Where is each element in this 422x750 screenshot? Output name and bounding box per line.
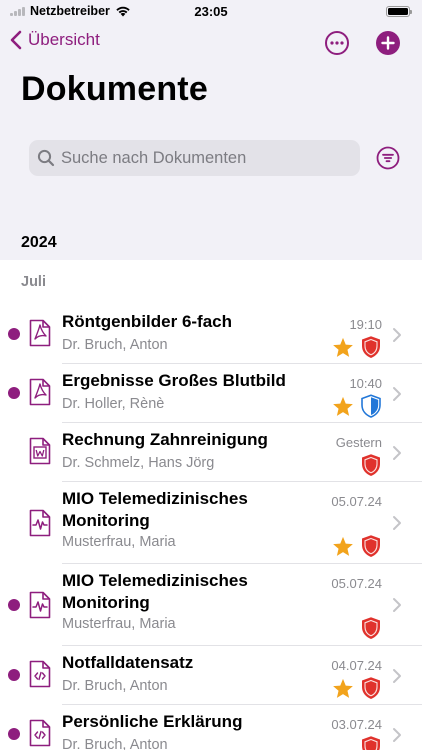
- status-time: 23:05: [194, 4, 228, 19]
- document-title: Ergebnisse Großes Blutbild: [62, 371, 286, 390]
- document-badges: [332, 335, 382, 359]
- document-author: Dr. Bruch, Anton: [62, 337, 168, 353]
- shield-red-icon: [360, 735, 382, 750]
- monitoring-icon: [29, 591, 51, 619]
- chevron-right-icon: [392, 327, 402, 343]
- document-list: Röntgenbilder 6-fach Dr. Bruch, Anton 19:1…: [0, 305, 422, 750]
- document-row[interactable]: MIO Telemedizinisches Monitoring Musterfr…: [0, 564, 422, 646]
- pdf-icon: [29, 378, 51, 406]
- document-title: MIO Telemedizinisches Monitoring: [62, 489, 248, 530]
- document-title: Persönliche Erklärung: [62, 712, 243, 731]
- shield-red-icon: [360, 676, 382, 700]
- monitoring-icon: [29, 509, 51, 537]
- page-title: Dokumente: [21, 70, 208, 108]
- document-row[interactable]: Röntgenbilder 6-fach Dr. Bruch, Anton 19:1…: [0, 305, 422, 364]
- pdf-icon: [29, 319, 51, 347]
- document-date: 05.07.24: [331, 576, 382, 591]
- document-badges: [360, 616, 382, 640]
- unread-indicator: [8, 328, 20, 340]
- document-date: 04.07.24: [331, 658, 382, 673]
- unread-indicator: [8, 387, 20, 399]
- document-date: 03.07.24: [331, 717, 382, 732]
- shield-blue-icon: [360, 394, 382, 418]
- status-bar: Netzbetreiber 23:05: [0, 0, 422, 22]
- document-row[interactable]: Rechnung Zahnreinigung Dr. Schmelz, Hans …: [0, 423, 422, 482]
- plus-icon: [381, 36, 395, 50]
- unread-indicator: [8, 669, 20, 681]
- document-badges: [332, 534, 382, 558]
- document-badges: [332, 676, 382, 700]
- chevron-right-icon: [392, 597, 402, 613]
- filter-icon: [376, 146, 400, 170]
- chevron-right-icon: [392, 386, 402, 402]
- ellipsis-icon: [330, 41, 344, 45]
- chevron-left-icon: [10, 30, 22, 50]
- star-icon[interactable]: [332, 536, 354, 557]
- document-row[interactable]: MIO Telemedizinisches Monitoring Musterfr…: [0, 482, 422, 564]
- document-date: 10:40: [349, 376, 382, 391]
- document-badges: [360, 735, 382, 750]
- section-month: Juli: [21, 274, 46, 290]
- search-bar[interactable]: [29, 140, 360, 176]
- star-icon[interactable]: [332, 678, 354, 699]
- word-icon: [29, 437, 51, 465]
- shield-red-icon: [360, 616, 382, 640]
- document-row[interactable]: Ergebnisse Großes Blutbild Dr. Holler, Rè…: [0, 364, 422, 423]
- filter-button[interactable]: [376, 146, 400, 170]
- document-date: Gestern: [335, 435, 382, 450]
- unread-indicator: [8, 728, 20, 740]
- section-year: 2024: [21, 234, 57, 251]
- chevron-right-icon: [392, 668, 402, 684]
- code-icon: [29, 660, 51, 688]
- document-date: 19:10: [349, 317, 382, 332]
- document-author: Dr. Bruch, Anton: [62, 737, 168, 750]
- document-row[interactable]: Notfalldatensatz Dr. Bruch, Anton 04.07.24: [0, 646, 422, 705]
- unread-indicator: [8, 599, 20, 611]
- search-icon: [37, 149, 55, 167]
- document-author: Dr. Schmelz, Hans Jörg: [62, 455, 215, 471]
- battery-icon: [386, 6, 412, 17]
- document-title: Röntgenbilder 6-fach: [62, 312, 233, 331]
- star-icon[interactable]: [332, 337, 354, 358]
- document-title: MIO Telemedizinisches Monitoring: [62, 571, 248, 612]
- document-date: 05.07.24: [331, 494, 382, 509]
- document-row[interactable]: Persönliche Erklärung Dr. Bruch, Anton 03.…: [0, 705, 422, 750]
- back-button[interactable]: Übersicht: [10, 30, 100, 50]
- shield-red-icon: [360, 534, 382, 558]
- more-button[interactable]: [325, 31, 349, 55]
- document-author: Musterfrau, Maria: [62, 616, 176, 632]
- search-input[interactable]: [61, 148, 341, 168]
- document-title: Notfalldatensatz: [62, 653, 194, 672]
- code-icon: [29, 719, 51, 747]
- back-label: Übersicht: [28, 30, 100, 49]
- chevron-right-icon: [392, 515, 402, 531]
- document-title: Rechnung Zahnreinigung: [62, 430, 268, 449]
- document-author: Dr. Bruch, Anton: [62, 678, 168, 694]
- chevron-right-icon: [392, 445, 402, 461]
- shield-red-icon: [360, 335, 382, 359]
- document-author: Musterfrau, Maria: [62, 534, 176, 550]
- add-document-button[interactable]: [376, 31, 400, 55]
- document-author: Dr. Holler, Rènè: [62, 396, 165, 412]
- shield-red-icon: [360, 453, 382, 477]
- document-badges: [332, 394, 382, 418]
- document-badges: [360, 453, 382, 477]
- chevron-right-icon: [392, 727, 402, 743]
- star-icon[interactable]: [332, 396, 354, 417]
